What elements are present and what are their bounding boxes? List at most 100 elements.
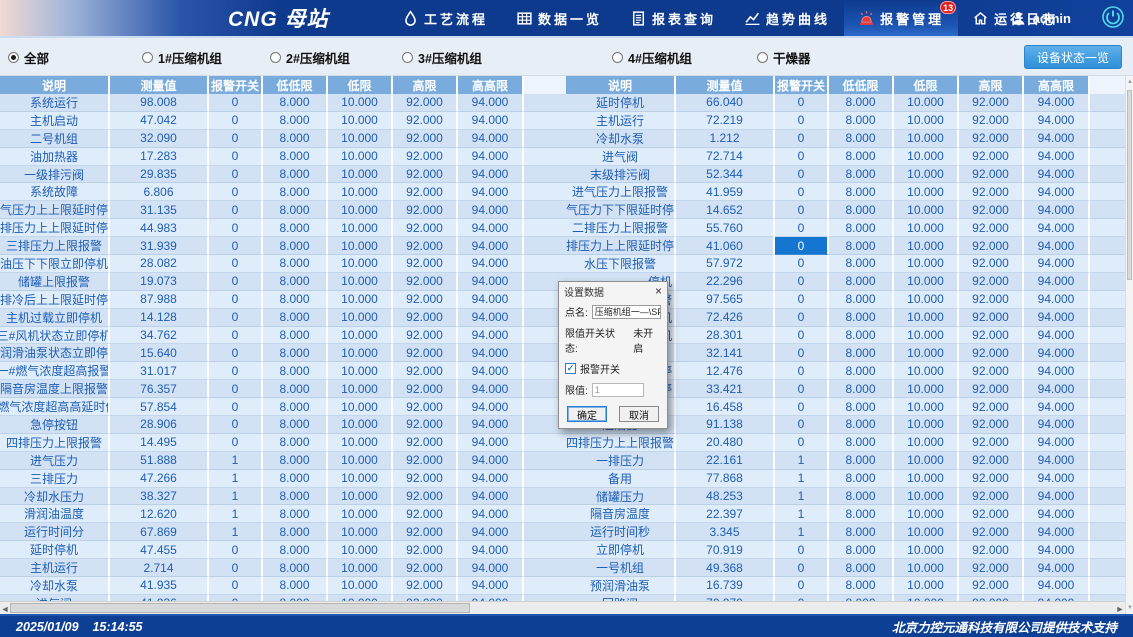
table-row[interactable]: 冷却水压力38.32718.00010.00092.00094.000 (0, 488, 566, 506)
table-row[interactable]: 系统运行98.00808.00010.00092.00094.000 (0, 94, 566, 112)
power-button[interactable] (1101, 5, 1125, 29)
cell-alarm-switch[interactable]: 0 (775, 166, 829, 184)
table-row[interactable]: 储罐上限报警19.07308.00010.00092.00094.000 (0, 273, 566, 291)
table-row[interactable]: 运行时间秒3.34518.00010.00092.00094.000 (566, 523, 1125, 541)
cell-alarm-switch[interactable]: 0 (775, 291, 829, 309)
cell-alarm-switch[interactable]: 1 (775, 523, 829, 541)
table-row[interactable]: 备用77.86818.00010.00092.00094.000 (566, 470, 1125, 488)
cell-alarm-switch[interactable]: 0 (209, 166, 263, 184)
cell-alarm-switch[interactable]: 0 (209, 255, 263, 273)
cell-alarm-switch[interactable]: 0 (775, 362, 829, 380)
cell-alarm-switch[interactable]: 0 (775, 201, 829, 219)
table-row[interactable]: 末级排污阀52.34408.00010.00092.00094.000 (566, 166, 1125, 184)
filter-radio-2#压缩机组[interactable]: 2#压缩机组 (270, 38, 350, 76)
cell-alarm-switch[interactable]: 0 (209, 291, 263, 309)
cell-alarm-switch[interactable]: 0 (775, 94, 829, 112)
table-row[interactable]: 主机启动47.04208.00010.00092.00094.000 (0, 112, 566, 130)
cell-alarm-switch[interactable]: 0 (209, 237, 263, 255)
radio-icon[interactable] (142, 52, 153, 63)
user-menu[interactable]: admin (1010, 0, 1071, 36)
point-name-input[interactable]: 压缩机组一—\SPYLSSX (592, 305, 661, 319)
table-row[interactable]: 一#燃气浓度超高报警31.01708.00010.00092.00094.000 (0, 362, 566, 380)
cell-alarm-switch[interactable]: 0 (775, 255, 829, 273)
cell-alarm-switch[interactable]: 1 (775, 470, 829, 488)
cell-alarm-switch[interactable]: 0 (775, 183, 829, 201)
cell-alarm-switch[interactable]: 0 (209, 112, 263, 130)
cell-alarm-switch[interactable]: 0 (775, 273, 829, 291)
table-row[interactable]: 进气压力下下限延时停机14.65208.00010.00092.00094.00… (566, 201, 1125, 219)
ok-button[interactable]: 确定 (567, 406, 607, 422)
vertical-scroll-thumb[interactable] (1127, 90, 1132, 280)
cell-alarm-switch[interactable]: 0 (209, 344, 263, 362)
table-row[interactable]: 三排压力上上限延时停机41.06008.00010.00092.00094.00… (566, 237, 1125, 255)
cell-alarm-switch[interactable]: 0 (209, 380, 263, 398)
nav-item-process[interactable]: 工艺流程 (388, 0, 502, 36)
cell-alarm-switch[interactable]: 0 (209, 148, 263, 166)
table-row[interactable]: 主机过载立即停机14.12808.00010.00092.00094.000 (0, 309, 566, 327)
radio-icon[interactable] (8, 52, 19, 63)
cell-alarm-switch[interactable]: 0 (775, 541, 829, 559)
cell-alarm-switch[interactable]: 0 (209, 416, 263, 434)
cell-alarm-switch[interactable]: 0 (209, 201, 263, 219)
table-row[interactable]: 急停按钮28.90608.00010.00092.00094.000 (0, 416, 566, 434)
limit-value-input[interactable]: 1 (592, 383, 644, 397)
table-row[interactable]: 水压下限报警57.97208.00010.00092.00094.000 (566, 255, 1125, 273)
table-row[interactable]: 二排压力上限报警55.76008.00010.00092.00094.000 (566, 219, 1125, 237)
filter-radio-1#压缩机组[interactable]: 1#压缩机组 (142, 38, 222, 76)
table-row[interactable]: 立即停机70.91908.00010.00092.00094.000 (566, 541, 1125, 559)
table-row[interactable]: 冷却水泵1.21208.00010.00092.00094.000 (566, 130, 1125, 148)
cell-alarm-switch[interactable]: 1 (775, 452, 829, 470)
cell-alarm-switch[interactable]: 0 (775, 559, 829, 577)
cell-alarm-switch[interactable]: 0 (775, 237, 829, 255)
table-row[interactable]: 延时停机47.45508.00010.00092.00094.000 (0, 541, 566, 559)
scroll-right-arrow-icon[interactable]: ► (1115, 602, 1125, 614)
table-row[interactable]: 一级排污阀29.83508.00010.00092.00094.000 (0, 166, 566, 184)
device-state-button[interactable]: 设备状态一览 (1024, 45, 1122, 69)
cell-alarm-switch[interactable]: 0 (775, 219, 829, 237)
nav-item-alarm[interactable]: 报警管理13 (844, 0, 958, 36)
cell-alarm-switch[interactable]: 0 (775, 577, 829, 595)
alarm-switch-checkbox[interactable]: ✓ (565, 363, 576, 374)
cell-alarm-switch[interactable]: 1 (775, 505, 829, 523)
table-row[interactable]: 三排压力上限报警31.93908.00010.00092.00094.000 (0, 237, 566, 255)
table-row[interactable]: 滑润油温度12.62018.00010.00092.00094.000 (0, 505, 566, 523)
radio-icon[interactable] (612, 52, 623, 63)
cell-alarm-switch[interactable]: 1 (775, 488, 829, 506)
cell-alarm-switch[interactable]: 0 (209, 94, 263, 112)
cell-alarm-switch[interactable]: 0 (775, 130, 829, 148)
table-row[interactable]: 进气压力上限报警41.95908.00010.00092.00094.000 (566, 183, 1125, 201)
cell-alarm-switch[interactable]: 0 (209, 130, 263, 148)
cell-alarm-switch[interactable]: 0 (209, 219, 263, 237)
table-row[interactable]: 隔音房温度上限报警76.35708.00010.00092.00094.000 (0, 380, 566, 398)
vertical-scrollbar[interactable]: ▲ ▼ (1125, 76, 1133, 614)
cell-alarm-switch[interactable]: 0 (775, 398, 829, 416)
scroll-down-arrow-icon[interactable]: ▼ (1126, 602, 1133, 614)
cell-alarm-switch[interactable]: 0 (209, 183, 263, 201)
nav-item-report[interactable]: 报表查询 (616, 0, 730, 36)
table-row[interactable]: 进气阀72.71408.00010.00092.00094.000 (566, 148, 1125, 166)
cell-alarm-switch[interactable]: 0 (209, 398, 263, 416)
filter-radio-全部[interactable]: 全部 (8, 38, 49, 76)
table-row[interactable]: 隔音房温度22.39718.00010.00092.00094.000 (566, 505, 1125, 523)
cell-alarm-switch[interactable]: 0 (775, 327, 829, 345)
table-row[interactable]: 主机运行2.71408.00010.00092.00094.000 (0, 559, 566, 577)
table-row[interactable]: 一排压力22.16118.00010.00092.00094.000 (566, 452, 1125, 470)
table-row[interactable]: 主机运行72.21908.00010.00092.00094.000 (566, 112, 1125, 130)
horizontal-scroll-thumb[interactable] (10, 603, 470, 613)
close-icon[interactable]: × (655, 286, 662, 296)
table-row[interactable]: 三排压力47.26618.00010.00092.00094.000 (0, 470, 566, 488)
filter-radio-干燥器[interactable]: 干燥器 (757, 38, 811, 76)
table-row[interactable]: 进气压力上上限延时停机31.13508.00010.00092.00094.00… (0, 201, 566, 219)
cell-alarm-switch[interactable]: 0 (775, 416, 829, 434)
radio-icon[interactable] (757, 52, 768, 63)
radio-icon[interactable] (270, 52, 281, 63)
table-row[interactable]: 油压下下限立即停机28.08208.00010.00092.00094.000 (0, 255, 566, 273)
cell-alarm-switch[interactable]: 0 (775, 112, 829, 130)
filter-radio-4#压缩机组[interactable]: 4#压缩机组 (612, 38, 692, 76)
table-row[interactable]: 二排冷后上上限延时停机87.98808.00010.00092.00094.00… (0, 291, 566, 309)
cell-alarm-switch[interactable]: 0 (775, 380, 829, 398)
cell-alarm-switch[interactable]: 0 (209, 362, 263, 380)
nav-item-data[interactable]: 数据一览 (502, 0, 616, 36)
filter-radio-3#压缩机组[interactable]: 3#压缩机组 (402, 38, 482, 76)
table-row[interactable]: 系统故障6.80608.00010.00092.00094.000 (0, 183, 566, 201)
